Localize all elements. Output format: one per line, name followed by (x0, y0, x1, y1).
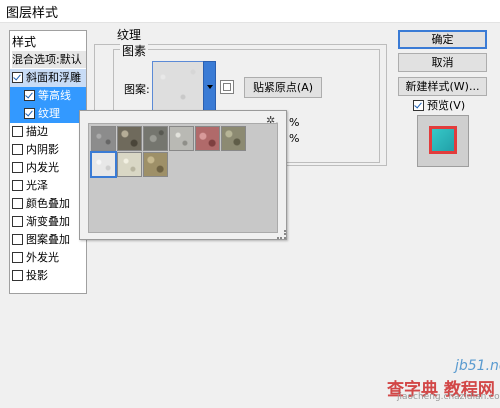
window-title: 图层样式 (6, 6, 59, 21)
scale-percent-label: % (289, 116, 300, 129)
pattern-swatch-selected[interactable] (91, 152, 116, 177)
texture-group-title: 纹理 (115, 26, 144, 43)
elements-group-title: 图素 (120, 42, 149, 59)
checkbox-icon[interactable] (12, 233, 23, 245)
pattern-dropdown-button[interactable] (203, 61, 216, 113)
watermark-jb51: jb51.net (455, 358, 500, 374)
style-item-stroke[interactable]: 描边 (10, 123, 86, 141)
ok-button[interactable]: 确定 (398, 30, 487, 49)
checkbox-icon[interactable] (24, 107, 35, 119)
style-item-label: 外发光 (26, 251, 59, 264)
styles-list: 样式 混合选项:默认 斜面和浮雕 等高线 纹理 描边 内阴影 内发光 光泽 颜色… (9, 30, 87, 294)
style-item-drop-shadow[interactable]: 投影 (10, 267, 86, 285)
style-item-satin[interactable]: 光泽 (10, 177, 86, 195)
preview-toggle[interactable]: 预览(V) (413, 97, 465, 113)
snap-to-origin-button[interactable]: 贴紧原点(A) (244, 77, 322, 98)
style-item-label: 渐变叠加 (26, 215, 70, 228)
pattern-swatch[interactable] (143, 152, 168, 177)
new-style-button[interactable]: 新建样式(W)... (398, 77, 487, 96)
style-item-bevel-emboss[interactable]: 斜面和浮雕 (10, 69, 86, 87)
checkbox-icon[interactable] (12, 71, 23, 83)
checkbox-icon[interactable] (12, 251, 23, 263)
new-preset-icon[interactable] (220, 80, 234, 94)
style-item-outer-glow[interactable]: 外发光 (10, 249, 86, 267)
depth-percent-label: % (289, 132, 300, 145)
title-bar: 图层样式 (0, 0, 500, 23)
pattern-label: 图案: (124, 83, 150, 96)
style-preview (417, 115, 469, 167)
pattern-picker-popup: ✲. (79, 110, 287, 240)
checkbox-icon[interactable] (12, 215, 23, 227)
style-item-color-overlay[interactable]: 颜色叠加 (10, 195, 86, 213)
style-item-label: 内阴影 (26, 143, 59, 156)
style-item-inner-glow[interactable]: 内发光 (10, 159, 86, 177)
style-item-label: 等高线 (38, 89, 71, 102)
style-item-inner-shadow[interactable]: 内阴影 (10, 141, 86, 159)
style-item-texture[interactable]: 纹理 (10, 105, 86, 123)
style-item-label: 描边 (26, 125, 48, 138)
checkbox-icon[interactable] (413, 99, 424, 111)
style-item-label: 纹理 (38, 107, 60, 120)
checkbox-icon[interactable] (12, 269, 23, 281)
style-item-label: 光泽 (26, 179, 48, 192)
style-item-label: 图案叠加 (26, 233, 70, 246)
checkbox-icon[interactable] (12, 161, 23, 173)
styles-header: 样式 (12, 35, 37, 49)
style-item-gradient-overlay[interactable]: 渐变叠加 (10, 213, 86, 231)
cancel-button[interactable]: 取消 (398, 53, 487, 72)
pattern-swatch[interactable] (117, 126, 142, 151)
preview-swatch (429, 126, 457, 154)
style-item-pattern-overlay[interactable]: 图案叠加 (10, 231, 86, 249)
checkbox-icon[interactable] (12, 197, 23, 209)
checkbox-icon[interactable] (24, 89, 35, 101)
preview-label: 预览(V) (427, 99, 466, 112)
checkbox-icon[interactable] (12, 179, 23, 191)
pattern-swatch[interactable] (169, 126, 194, 151)
pattern-swatch[interactable] (143, 126, 168, 151)
watermark-url: jiaocheng.chazidian.com (397, 392, 500, 402)
resize-grip-icon[interactable] (277, 230, 286, 239)
blend-options-item[interactable]: 混合选项:默认 (12, 51, 86, 68)
pattern-swatch[interactable] (195, 126, 220, 151)
checkbox-icon[interactable] (12, 143, 23, 155)
pattern-swatch[interactable] (221, 126, 246, 151)
pattern-swatch[interactable] (91, 126, 116, 151)
style-item-label: 投影 (26, 269, 48, 282)
checkbox-icon[interactable] (12, 125, 23, 137)
pattern-preview[interactable] (152, 61, 204, 113)
style-item-contour[interactable]: 等高线 (10, 87, 86, 105)
style-item-label: 斜面和浮雕 (26, 71, 81, 84)
pattern-grid (88, 123, 278, 233)
pattern-swatch[interactable] (117, 152, 142, 177)
style-item-label: 颜色叠加 (26, 197, 70, 210)
style-item-label: 内发光 (26, 161, 59, 174)
